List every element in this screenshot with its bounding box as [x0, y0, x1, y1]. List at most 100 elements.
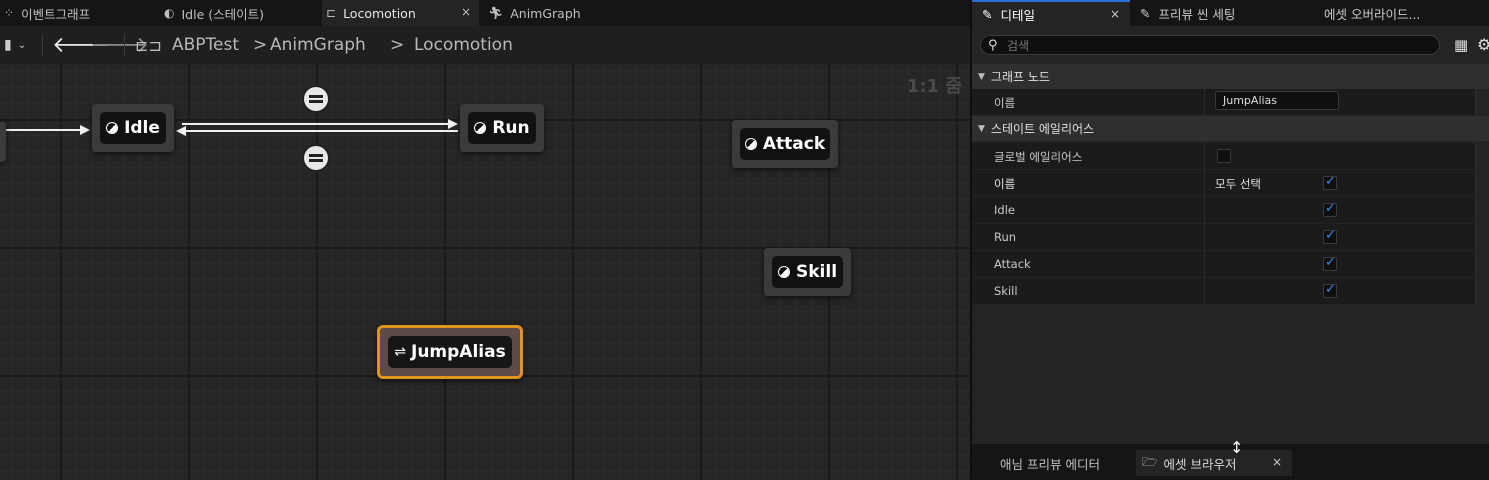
- state-icon: [106, 122, 119, 134]
- graph-tab-bar: ⁘ 이벤트그래프 ◐ Idle (스테이트) ⊏ Locomotion × 🏃︎…: [0, 0, 970, 26]
- tab-label: 프리뷰 씬 세팅: [1158, 6, 1236, 22]
- tab-asset-override[interactable]: 에셋 오버라이드...: [1324, 0, 1484, 26]
- column-divider: [1204, 170, 1205, 196]
- gear-icon[interactable]: ⚙: [1477, 35, 1489, 54]
- property-label: Skill: [994, 284, 1018, 298]
- tab-anim-preview-editor[interactable]: 애님 프리뷰 에디터: [1000, 450, 1140, 476]
- node-body: Idle: [100, 112, 166, 144]
- state-alias-node-jumpalias[interactable]: ⇌ JumpAlias: [377, 325, 523, 379]
- column-divider: [1475, 278, 1477, 304]
- close-icon[interactable]: ×: [1110, 7, 1120, 21]
- state-node-skill[interactable]: Skill: [764, 248, 851, 296]
- tab-anim-graph[interactable]: 🏃︎ AnimGraph: [488, 0, 638, 26]
- property-label: 이름: [994, 177, 1016, 191]
- node-body: Attack: [740, 128, 830, 160]
- close-icon[interactable]: ×: [461, 5, 471, 19]
- column-divider: [1204, 197, 1205, 223]
- tab-preview-scene-settings[interactable]: ✎ 프리뷰 씬 세팅: [1140, 0, 1300, 26]
- bottom-tab-bar: 애님 프리뷰 에디터 🗁 에셋 브라우저 × ↕: [972, 438, 1489, 480]
- transition-rule-icon[interactable]: [304, 87, 328, 111]
- column-divider: [1475, 224, 1477, 250]
- tab-label: 디테일: [1000, 7, 1035, 23]
- breadcrumb-separator: >: [390, 35, 405, 55]
- property-row-state-attack: Attack: [972, 251, 1477, 278]
- global-alias-checkbox[interactable]: [1217, 149, 1231, 163]
- pencil-icon: ✎: [1140, 5, 1151, 21]
- graph-toolbar: ▮ ⌄ 🡐 🡒 ⊏⊐ ABPTest > AnimGraph > Locomot…: [0, 26, 970, 64]
- details-panel: ✎ 디테일 × ✎ 프리뷰 씬 세팅 에셋 오버라이드... ⚲ 검색 ▦ ⚙ …: [970, 0, 1489, 480]
- state-icon: [777, 266, 790, 278]
- search-icon: ⚲: [988, 38, 998, 53]
- property-row-state-header: 이름 모두 선택: [972, 170, 1477, 197]
- property-row-state-idle: Idle: [972, 197, 1477, 224]
- details-content: ▼ 그래프 노드 이름 JumpAlias ▼ 스테이트 에일리어스 글로벌 에…: [972, 64, 1489, 444]
- category-title: 스테이트 에일리어스: [990, 122, 1095, 136]
- state-node-idle[interactable]: Idle: [92, 104, 174, 152]
- property-row-state-skill: Skill: [972, 278, 1477, 305]
- property-label: 이름: [994, 96, 1016, 110]
- breadcrumb-animgraph[interactable]: AnimGraph: [270, 26, 366, 64]
- category-title: 그래프 노드: [990, 70, 1050, 84]
- state-icon: ◐: [164, 6, 175, 20]
- tab-label: Locomotion: [343, 5, 416, 21]
- search-input[interactable]: ⚲ 검색: [980, 35, 1440, 55]
- event-graph-icon: ⁘: [4, 6, 15, 20]
- tab-details[interactable]: ✎ 디테일 ×: [972, 0, 1130, 26]
- collapse-arrow-icon: ▼: [978, 123, 985, 134]
- property-label: Run: [994, 230, 1017, 244]
- property-label: Idle: [994, 203, 1015, 217]
- anim-graph-icon: 🏃︎: [488, 6, 504, 20]
- column-divider: [1204, 89, 1205, 115]
- state-checkbox-run[interactable]: [1323, 228, 1337, 244]
- node-body: ⇌ JumpAlias: [388, 336, 512, 368]
- state-node-run[interactable]: Run: [460, 104, 544, 152]
- pencil-icon: ✎: [982, 6, 993, 22]
- divider: [124, 34, 125, 56]
- graph-hierarchy-icon: ⊏⊐: [135, 35, 162, 55]
- column-divider: [1204, 278, 1205, 304]
- name-field[interactable]: JumpAlias: [1215, 91, 1339, 110]
- transition-rule-icon[interactable]: [304, 146, 328, 170]
- tab-locomotion[interactable]: ⊏ Locomotion ×: [322, 0, 479, 26]
- tab-asset-browser[interactable]: 🗁 에셋 브라우저 ×: [1136, 450, 1292, 476]
- column-divider: [1475, 143, 1477, 169]
- resize-cursor-icon: ↕: [1230, 438, 1244, 457]
- chevron-down-icon: ⌄: [17, 39, 27, 51]
- state-icon: [474, 122, 487, 134]
- column-divider: [1204, 224, 1205, 250]
- node-title: Run: [492, 118, 530, 138]
- tab-idle-state[interactable]: ◐ Idle (스테이트): [164, 0, 314, 26]
- property-label: Attack: [994, 257, 1031, 271]
- bookmark-icon: ▮: [4, 37, 12, 53]
- details-search-bar: ⚲ 검색 ▦ ⚙: [972, 26, 1489, 64]
- node-body: Skill: [772, 256, 843, 288]
- state-checkbox-skill[interactable]: [1323, 282, 1337, 298]
- tab-event-graph[interactable]: ⁘ 이벤트그래프: [4, 0, 154, 26]
- alias-icon: ⇌: [394, 344, 406, 360]
- node-body: Run: [468, 112, 536, 144]
- category-graph-node[interactable]: ▼ 그래프 노드: [972, 64, 1489, 89]
- state-icon: [744, 138, 757, 150]
- breadcrumb-locomotion[interactable]: Locomotion: [414, 26, 513, 64]
- table-view-icon[interactable]: ▦: [1454, 36, 1468, 54]
- property-row-global-alias: 글로벌 에일리어스: [972, 143, 1477, 170]
- column-divider: [1204, 251, 1205, 277]
- tab-label: 이벤트그래프: [21, 6, 91, 22]
- node-title: JumpAlias: [411, 342, 506, 362]
- tab-label: 에셋 오버라이드...: [1324, 6, 1421, 22]
- state-checkbox-idle[interactable]: [1323, 201, 1337, 217]
- divider: [42, 34, 43, 56]
- graph-canvas[interactable]: 1:1 줌 Idle Run Attack Skill ⇌ JumpAlias: [0, 64, 970, 480]
- state-node-attack[interactable]: Attack: [732, 120, 838, 168]
- state-checkbox-attack[interactable]: [1323, 255, 1337, 271]
- entry-node[interactable]: [0, 122, 6, 162]
- bookmark-dropdown[interactable]: ▮ ⌄: [4, 26, 26, 64]
- tab-label: 애님 프리뷰 에디터: [1000, 456, 1100, 472]
- category-state-alias[interactable]: ▼ 스테이트 에일리어스: [972, 116, 1489, 141]
- breadcrumb-abptest[interactable]: ABPTest: [172, 26, 239, 64]
- close-icon[interactable]: ×: [1272, 455, 1282, 469]
- column-divider: [1204, 143, 1205, 169]
- select-all-checkbox[interactable]: [1323, 174, 1337, 190]
- node-title: Skill: [795, 262, 838, 282]
- tab-label: AnimGraph: [510, 5, 581, 21]
